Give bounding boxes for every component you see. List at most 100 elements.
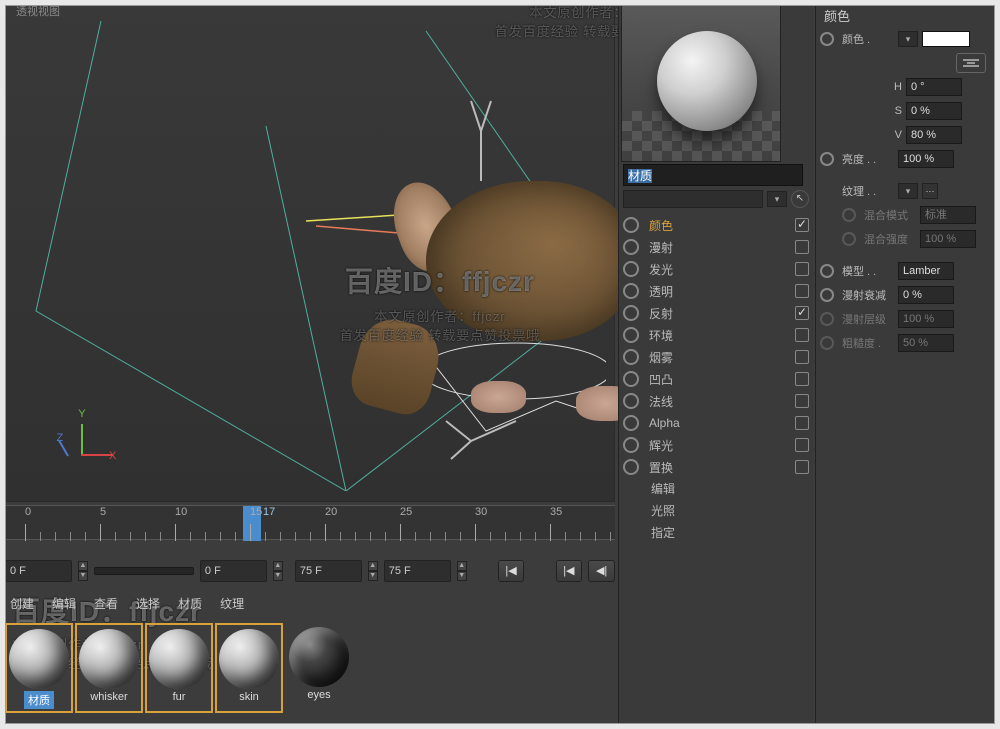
s-field[interactable]: 0 % [906,102,962,120]
radio-icon[interactable] [623,239,639,255]
channel-extra[interactable]: 指定 [623,522,809,544]
checkbox[interactable] [795,372,809,386]
menu-texture[interactable]: 纹理 [220,595,244,612]
radio-icon[interactable] [820,288,834,302]
channel-row[interactable]: 反射 [623,302,809,324]
diffuse-falloff-field[interactable]: 0 % [898,286,954,304]
material-slot[interactable]: whisker [75,623,143,713]
channel-row[interactable]: 凹凸 [623,368,809,390]
timeline-tick: 35 [550,506,562,539]
channel-row[interactable]: 漫射 [623,236,809,258]
radio-icon[interactable] [623,437,639,453]
play-back-button[interactable]: ◀| [588,560,615,582]
radio-icon [842,232,856,246]
radio-icon[interactable] [820,152,834,166]
timeline[interactable]: 17 0510152025303540 [5,505,615,560]
radio-icon[interactable] [623,261,639,277]
radio-icon[interactable] [623,415,639,431]
menu-create[interactable]: 创建 [10,595,34,612]
channel-extra[interactable]: 光照 [623,500,809,522]
checkbox[interactable] [795,218,809,232]
checkbox[interactable] [795,416,809,430]
radio-icon[interactable] [623,459,639,475]
spinner-down-icon[interactable]: ▼ [78,571,88,581]
start-frame-a[interactable]: 0 F [5,560,72,582]
radio-icon[interactable] [623,371,639,387]
spinner-up-icon[interactable]: ▲ [457,561,467,571]
checkbox[interactable] [795,284,809,298]
material-slot-label: fur [173,691,186,703]
radio-icon[interactable] [623,217,639,233]
channel-row[interactable]: 置换 [623,456,809,478]
radio-icon[interactable] [623,393,639,409]
prev-frame-button[interactable]: |◀ [556,560,583,582]
h-field[interactable]: 0 ° [906,78,962,96]
shading-model-field[interactable]: Lamber [898,262,954,280]
spinner-down-icon[interactable]: ▼ [273,571,283,581]
channel-row[interactable]: 环境 [623,324,809,346]
channel-row[interactable]: Alpha [623,412,809,434]
radio-icon[interactable] [623,305,639,321]
checkbox[interactable] [795,350,809,364]
color-swatch[interactable] [922,31,970,47]
material-manager: 材质whisker fur skineyes [5,615,615,725]
spinner-up-icon[interactable]: ▲ [368,561,378,571]
radio-icon[interactable] [623,327,639,343]
shader-type-dropdown[interactable] [623,190,763,208]
material-slot[interactable]: skin [215,623,283,713]
material-slot[interactable]: 材质 [5,623,73,713]
viewport[interactable]: 透视视图 Y X Z [5,0,615,502]
timeline-tick: 0 [25,506,31,539]
material-slot[interactable]: fur [145,623,213,713]
range-slider[interactable] [94,567,194,575]
checkbox[interactable] [795,328,809,342]
checkbox[interactable] [795,306,809,320]
checkbox[interactable] [795,240,809,254]
channel-row[interactable]: 辉光 [623,434,809,456]
end-frame-b[interactable]: 75 F [384,560,451,582]
radio-icon[interactable] [623,349,639,365]
goto-start-button[interactable]: |◀ [498,560,525,582]
material-preview[interactable] [621,2,781,162]
axis-gizmo[interactable]: Y X Z [46,406,116,466]
menu-material[interactable]: 材质 [178,595,202,612]
texture-dropdown[interactable]: ▾ [898,183,918,199]
radio-icon[interactable] [623,283,639,299]
v-field[interactable]: 80 % [906,126,962,144]
checkbox[interactable] [795,460,809,474]
material-manager-menu: 创建 编辑 查看 选择 材质 纹理 [10,595,244,612]
menu-select[interactable]: 选择 [136,595,160,612]
menu-view[interactable]: 查看 [94,595,118,612]
material-slot[interactable]: eyes [285,623,353,713]
spinner-down-icon[interactable]: ▼ [368,571,378,581]
radio-icon[interactable] [820,32,834,46]
channel-row[interactable]: 烟雾 [623,346,809,368]
start-frame-b[interactable]: 0 F [200,560,267,582]
select-target-icon[interactable]: ↖ [791,190,809,208]
brightness-field[interactable]: 100 % [898,150,954,168]
menu-edit[interactable]: 编辑 [52,595,76,612]
checkbox[interactable] [795,262,809,276]
chevron-down-icon[interactable]: ▾ [767,191,787,207]
radio-icon[interactable] [820,264,834,278]
channel-label: 发光 [649,261,795,278]
material-name-input[interactable]: 材质 [623,164,803,186]
chevron-down-icon[interactable]: ▾ [898,31,918,47]
timeline-tick: 5 [100,506,106,539]
blend-mode-field: 标准 [920,206,976,224]
channel-row[interactable]: 法线 [623,390,809,412]
spinner-down-icon[interactable]: ▼ [457,571,467,581]
channel-label: 透明 [649,283,795,300]
channel-row[interactable]: 透明 [623,280,809,302]
checkbox[interactable] [795,438,809,452]
channel-extra[interactable]: 编辑 [623,478,809,500]
channel-label: 颜色 [649,217,795,234]
channel-row[interactable]: 发光 [623,258,809,280]
spinner-up-icon[interactable]: ▲ [78,561,88,571]
texture-picker-button[interactable]: ⋯ [922,183,938,199]
channel-row[interactable]: 颜色 [623,214,809,236]
spinner-up-icon[interactable]: ▲ [273,561,283,571]
collapse-icon[interactable] [956,53,986,73]
checkbox[interactable] [795,394,809,408]
end-frame-a[interactable]: 75 F [295,560,362,582]
